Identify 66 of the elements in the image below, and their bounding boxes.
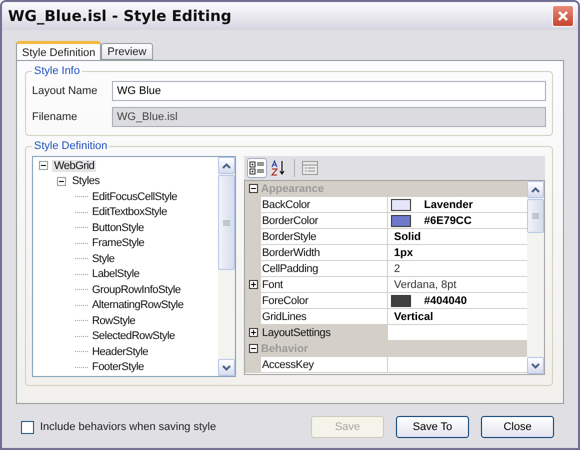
chevron-down-icon [531,362,540,368]
expand-icon[interactable] [248,328,258,337]
tree-item[interactable]: Style [90,252,116,265]
property-value[interactable]: Verdana, 8pt [391,278,456,290]
scroll-down-button[interactable] [218,359,235,376]
property-value[interactable]: 1px [391,246,413,258]
field-label: Filename [32,111,78,123]
tab[interactable]: Preview [101,43,152,60]
collapse-icon[interactable] [39,161,48,170]
chevron-up-icon [531,186,540,192]
property-value[interactable]: Lavender [421,198,473,210]
property-name[interactable]: GridLines [261,309,388,324]
tree-item[interactable]: SelectedRowStyle [90,330,177,342]
categorized-icon [249,160,265,176]
collapse-icon[interactable] [248,184,258,193]
tree-item[interactable]: LabelStyle [90,268,142,280]
group-title: Style Info [33,65,81,77]
chevron-up-icon [222,162,231,168]
tree-item[interactable]: Styles [70,175,102,188]
scroll-up-button[interactable] [218,157,235,174]
collapse-icon[interactable] [248,344,258,353]
tree-item[interactable]: GroupRowInfoStyle [90,284,183,296]
property-value[interactable]: #404040 [421,294,467,306]
dialog-button[interactable]: Close [481,416,554,438]
scroll-up-button[interactable] [527,181,544,198]
collapse-icon[interactable] [57,176,66,186]
property-value[interactable]: Solid [391,230,421,242]
tree-item[interactable]: EditTextboxStyle [90,206,169,218]
toolbar-button[interactable] [247,158,267,178]
dialog-button[interactable]: Save To [396,416,469,438]
property-value[interactable]: Vertical [391,310,434,322]
property-name[interactable]: BorderWidth [261,245,388,260]
tree-item[interactable]: FooterStyle [90,361,146,374]
property-name[interactable]: BorderColor [261,213,388,228]
close-button[interactable] [552,5,574,27]
sort-alphabetical-icon [271,160,287,176]
scrollbar-thumb[interactable] [527,199,544,233]
window-title: WG_Blue.isl - Style Editing [8,7,232,25]
tree-item[interactable]: WebGrid [52,160,96,172]
tree-item[interactable]: EditFocusCellStyle [90,190,180,203]
property-pages-icon [302,161,318,175]
tree-item[interactable]: HeaderStyle [90,346,150,358]
expand-icon[interactable] [248,280,258,289]
tree-item[interactable]: AlternatingRowStyle [90,299,186,312]
property-name[interactable]: BorderStyle [261,229,388,244]
checkbox-label[interactable]: Include behaviors when saving style [40,421,305,433]
property-name[interactable]: AccessKey [261,357,388,372]
tab[interactable]: Style Definition [16,41,102,61]
checkbox[interactable] [21,420,34,434]
chevron-down-icon [222,364,231,370]
tree-item[interactable]: FrameStyle [90,237,146,250]
property-name[interactable]: LayoutSettings [261,325,388,340]
property-name[interactable]: Font [261,277,388,292]
scrollbar-thumb[interactable] [218,175,235,270]
property-name[interactable]: BackColor [261,197,388,212]
field-label: Layout Name [32,85,98,97]
property-name[interactable]: CellPadding [261,261,388,276]
tree-item[interactable]: ButtonStyle [90,222,146,234]
scroll-down-button[interactable] [527,357,544,374]
property-value[interactable]: #6E79CC [421,214,472,226]
group-title: Style Definition [33,140,108,152]
property-name[interactable]: ForeColor [261,293,388,308]
tree-item[interactable]: RowStyle [90,314,138,327]
close-icon [557,10,569,22]
text-field[interactable]: WG Blue [112,81,546,101]
property-value[interactable]: 2 [391,262,400,274]
